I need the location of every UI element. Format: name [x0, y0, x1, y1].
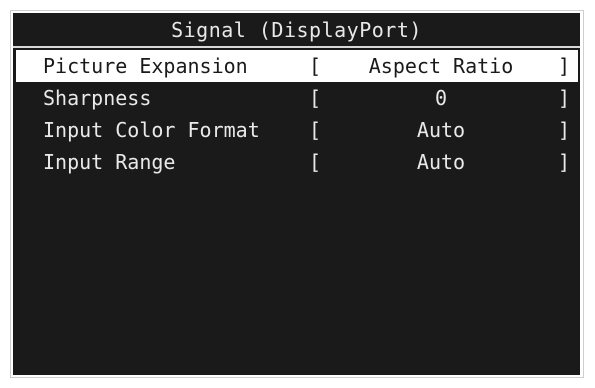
- menu-item-value[interactable]: Auto: [321, 146, 561, 178]
- settings-list: Picture Expansion [ Aspect Ratio ] Sharp…: [16, 50, 578, 178]
- menu-item-sharpness[interactable]: Sharpness [ 0 ]: [16, 82, 578, 114]
- value-bracket-close: ]: [558, 150, 571, 174]
- value-bracket-open: [: [309, 86, 322, 110]
- value-bracket-close: ]: [558, 54, 571, 78]
- menu-item-input-range[interactable]: Input Range [ Auto ]: [16, 146, 578, 178]
- menu-item-value[interactable]: Auto: [321, 114, 561, 146]
- menu-item-value[interactable]: Aspect Ratio: [321, 50, 561, 82]
- menu-item-value[interactable]: 0: [321, 82, 561, 114]
- value-bracket-open: [: [309, 150, 322, 174]
- menu-item-input-color-format[interactable]: Input Color Format [ Auto ]: [16, 114, 578, 146]
- value-bracket-open: [: [309, 118, 322, 142]
- value-bracket-close: ]: [558, 86, 571, 110]
- osd-menu-panel: Signal (DisplayPort) Picture Expansion […: [13, 13, 580, 375]
- value-bracket-close: ]: [558, 118, 571, 142]
- menu-item-label: Sharpness: [43, 86, 152, 110]
- menu-item-label: Input Color Format: [43, 118, 260, 142]
- menu-item-label: Picture Expansion: [43, 54, 248, 78]
- menu-item-label: Input Range: [43, 150, 176, 174]
- value-bracket-open: [: [309, 54, 322, 78]
- menu-item-picture-expansion[interactable]: Picture Expansion [ Aspect Ratio ]: [16, 50, 578, 82]
- menu-title: Signal (DisplayPort): [13, 13, 580, 48]
